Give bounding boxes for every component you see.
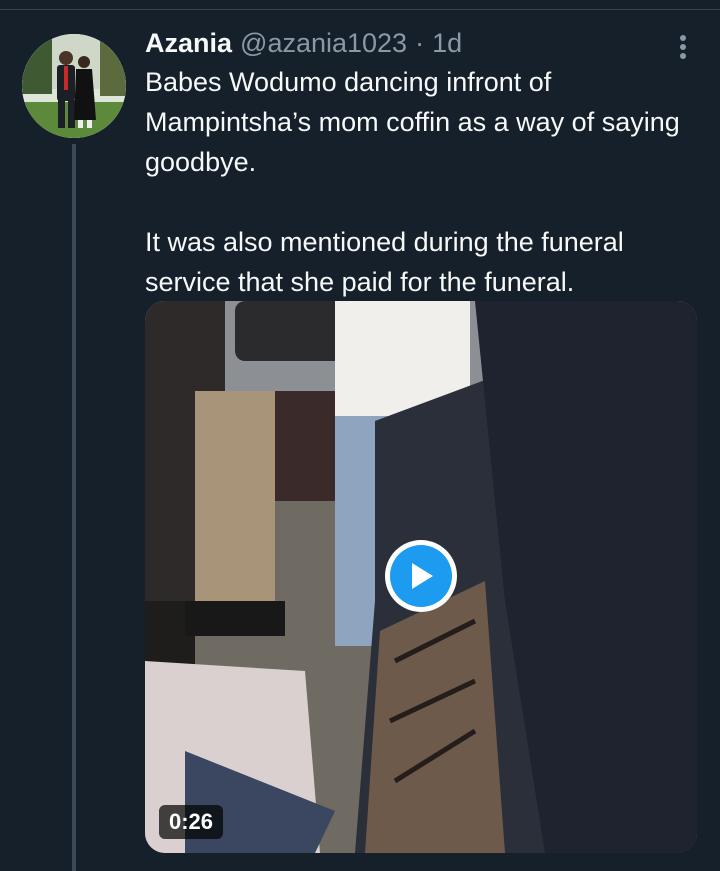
tweet[interactable]: Azania @azania1023 · 1d Babes Wodumo dan… — [0, 10, 720, 871]
tweet-text-paragraph: It was also mentioned during the funeral… — [145, 227, 624, 297]
more-vertical-icon — [680, 35, 686, 59]
separator-dot: · — [415, 28, 425, 58]
avatar[interactable] — [22, 34, 126, 138]
user-handle[interactable]: @azania1023 — [240, 26, 407, 60]
tweet-time[interactable]: 1d — [432, 26, 462, 60]
tweet-content: Azania @azania1023 · 1d Babes Wodumo dan… — [145, 26, 700, 302]
avatar-photo — [22, 34, 126, 138]
top-divider — [0, 0, 720, 10]
thread-line — [72, 144, 76, 871]
tweet-text: Babes Wodumo dancing infront of Mampints… — [145, 62, 700, 302]
display-name[interactable]: Azania — [145, 26, 232, 60]
video-player[interactable]: 0:26 — [145, 301, 697, 853]
avatar-column — [22, 34, 126, 138]
tweet-header: Azania @azania1023 · 1d — [145, 26, 700, 60]
tweet-text-paragraph: Babes Wodumo dancing infront of Mampints… — [145, 67, 680, 177]
video-duration-badge: 0:26 — [159, 805, 224, 839]
more-options-button[interactable] — [668, 32, 698, 62]
play-button-inner — [390, 545, 452, 607]
play-button[interactable] — [385, 540, 457, 612]
play-icon — [412, 563, 433, 589]
